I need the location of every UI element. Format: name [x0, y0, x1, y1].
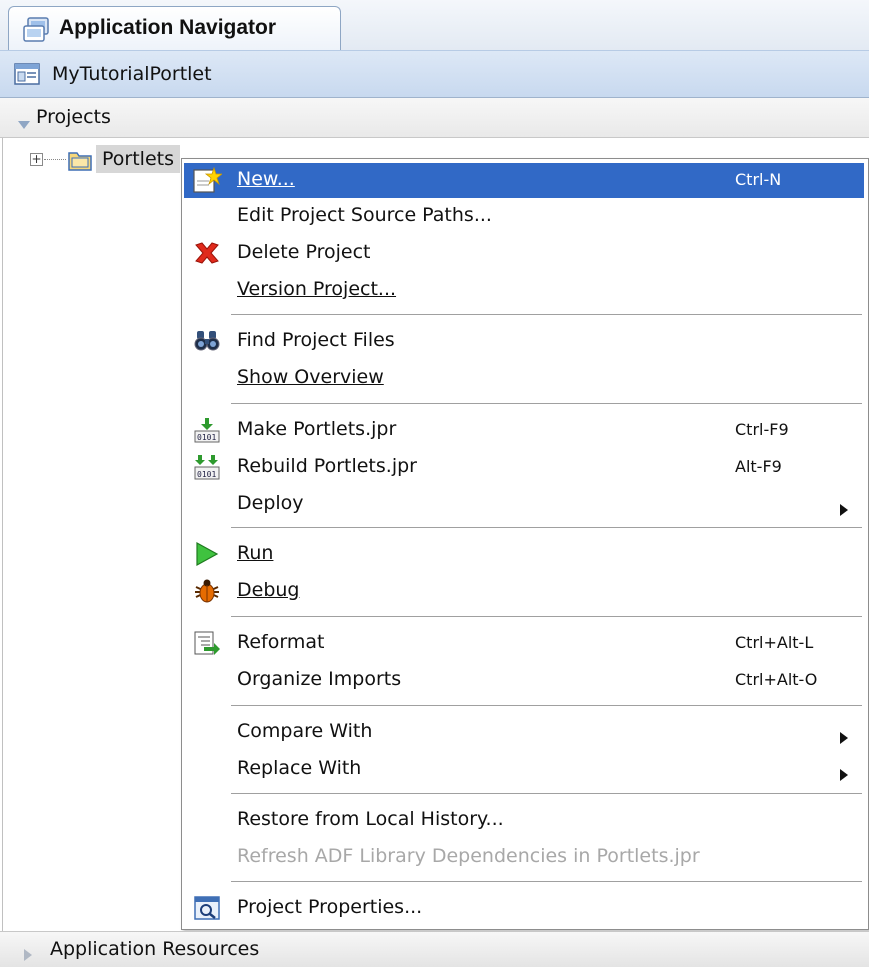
menu-item-show-overview[interactable]: Show Overview	[184, 361, 864, 396]
application-selector[interactable]: MyTutorialPortlet	[0, 50, 869, 98]
tree-connector	[44, 159, 66, 160]
bug-icon	[192, 577, 222, 605]
expand-triangle-icon[interactable]	[24, 944, 32, 966]
menu-separator	[231, 793, 862, 794]
menu-item-new[interactable]: New... Ctrl-N	[184, 163, 864, 198]
application-navigator-tab[interactable]: Application Navigator	[8, 6, 341, 50]
window-title: Application Navigator	[59, 16, 277, 39]
menu-separator	[231, 527, 862, 528]
menu-item-shortcut: Alt-F9	[735, 457, 782, 476]
menu-item-organize-imports[interactable]: Organize Imports Ctrl+Alt-O	[184, 663, 864, 698]
menu-item-delete-project[interactable]: Delete Project	[184, 236, 864, 271]
menu-item-replace-with[interactable]: Replace With	[184, 752, 864, 787]
menu-item-debug[interactable]: Debug	[184, 574, 864, 609]
menu-item-label: Rebuild Portlets.jpr	[237, 455, 417, 477]
make-icon: 0101	[192, 416, 222, 444]
submenu-arrow-icon	[840, 499, 848, 521]
submenu-arrow-icon	[840, 764, 848, 786]
application-icon	[14, 63, 40, 90]
menu-item-label: Delete Project	[237, 241, 371, 263]
menu-item-label: Refresh ADF Library Dependencies in Port…	[237, 845, 700, 867]
new-gallery-icon	[192, 166, 224, 194]
reformat-icon	[192, 629, 222, 657]
menu-item-edit-source-paths[interactable]: Edit Project Source Paths...	[184, 199, 864, 234]
menu-item-label: Reformat	[237, 631, 325, 653]
collapse-triangle-icon[interactable]	[18, 112, 30, 134]
menu-item-rebuild[interactable]: 0101 Rebuild Portlets.jpr Alt-F9	[184, 450, 864, 485]
menu-item-label: Make Portlets.jpr	[237, 418, 397, 440]
menu-item-label: Compare With	[237, 720, 373, 742]
project-context-menu: New... Ctrl-N Edit Project Source Paths.…	[181, 158, 869, 930]
application-name: MyTutorialPortlet	[52, 63, 212, 85]
menu-item-label: Find Project Files	[237, 329, 395, 351]
panel-border	[2, 138, 3, 938]
menu-item-find-project-files[interactable]: Find Project Files	[184, 324, 864, 359]
menu-item-label: Replace With	[237, 757, 362, 779]
menu-separator	[231, 403, 862, 404]
menu-item-shortcut: Ctrl-F9	[735, 420, 789, 439]
menu-item-label: Restore from Local History...	[237, 808, 504, 830]
menu-item-deploy[interactable]: Deploy	[184, 487, 864, 522]
properties-icon	[192, 894, 222, 922]
run-icon	[192, 540, 222, 568]
menu-item-restore-local-history[interactable]: Restore from Local History...	[184, 803, 864, 838]
menu-item-label: Organize Imports	[237, 668, 402, 690]
navigator-tabstrip: Application Navigator	[0, 0, 869, 51]
projects-label: Projects	[36, 106, 111, 128]
menu-item-label: Deploy	[237, 492, 304, 514]
menu-item-reformat[interactable]: Reformat Ctrl+Alt-L	[184, 626, 864, 661]
menu-item-version-project[interactable]: Version Project...	[184, 273, 864, 308]
expand-plus-icon[interactable]: +	[30, 153, 43, 166]
project-folder-icon	[68, 149, 92, 176]
menu-separator	[231, 616, 862, 617]
menu-item-label: New...	[237, 168, 295, 190]
menu-separator	[231, 314, 862, 315]
menu-item-shortcut: Ctrl-N	[735, 170, 782, 189]
menu-item-shortcut: Ctrl+Alt-O	[735, 670, 818, 689]
menu-item-run[interactable]: Run	[184, 537, 864, 572]
menu-separator	[231, 705, 862, 706]
tree-node-label: Portlets	[96, 145, 180, 173]
menu-item-compare-with[interactable]: Compare With	[184, 715, 864, 750]
menu-item-label: Edit Project Source Paths...	[237, 204, 492, 226]
menu-item-project-properties[interactable]: Project Properties...	[184, 891, 864, 926]
binoculars-icon	[192, 327, 222, 355]
menu-item-label: Project Properties...	[237, 896, 423, 918]
menu-item-refresh-adf-library: Refresh ADF Library Dependencies in Port…	[184, 840, 864, 875]
submenu-arrow-icon	[840, 727, 848, 749]
application-resources-label: Application Resources	[50, 938, 260, 960]
delete-x-icon	[192, 239, 222, 267]
svg-text:0101: 0101	[197, 470, 216, 479]
application-navigator-icon	[23, 17, 51, 48]
rebuild-icon: 0101	[192, 453, 222, 481]
menu-item-make[interactable]: 0101 Make Portlets.jpr Ctrl-F9	[184, 413, 864, 448]
projects-panel-header[interactable]: Projects	[0, 98, 869, 138]
menu-item-label: Run	[237, 542, 274, 564]
menu-item-label: Show Overview	[237, 366, 384, 388]
menu-item-shortcut: Ctrl+Alt-L	[735, 633, 814, 652]
menu-item-label: Version Project...	[237, 278, 397, 300]
menu-separator	[231, 881, 862, 882]
menu-item-label: Debug	[237, 579, 300, 601]
svg-text:0101: 0101	[197, 433, 216, 442]
application-resources-header[interactable]: Application Resources	[0, 931, 869, 967]
